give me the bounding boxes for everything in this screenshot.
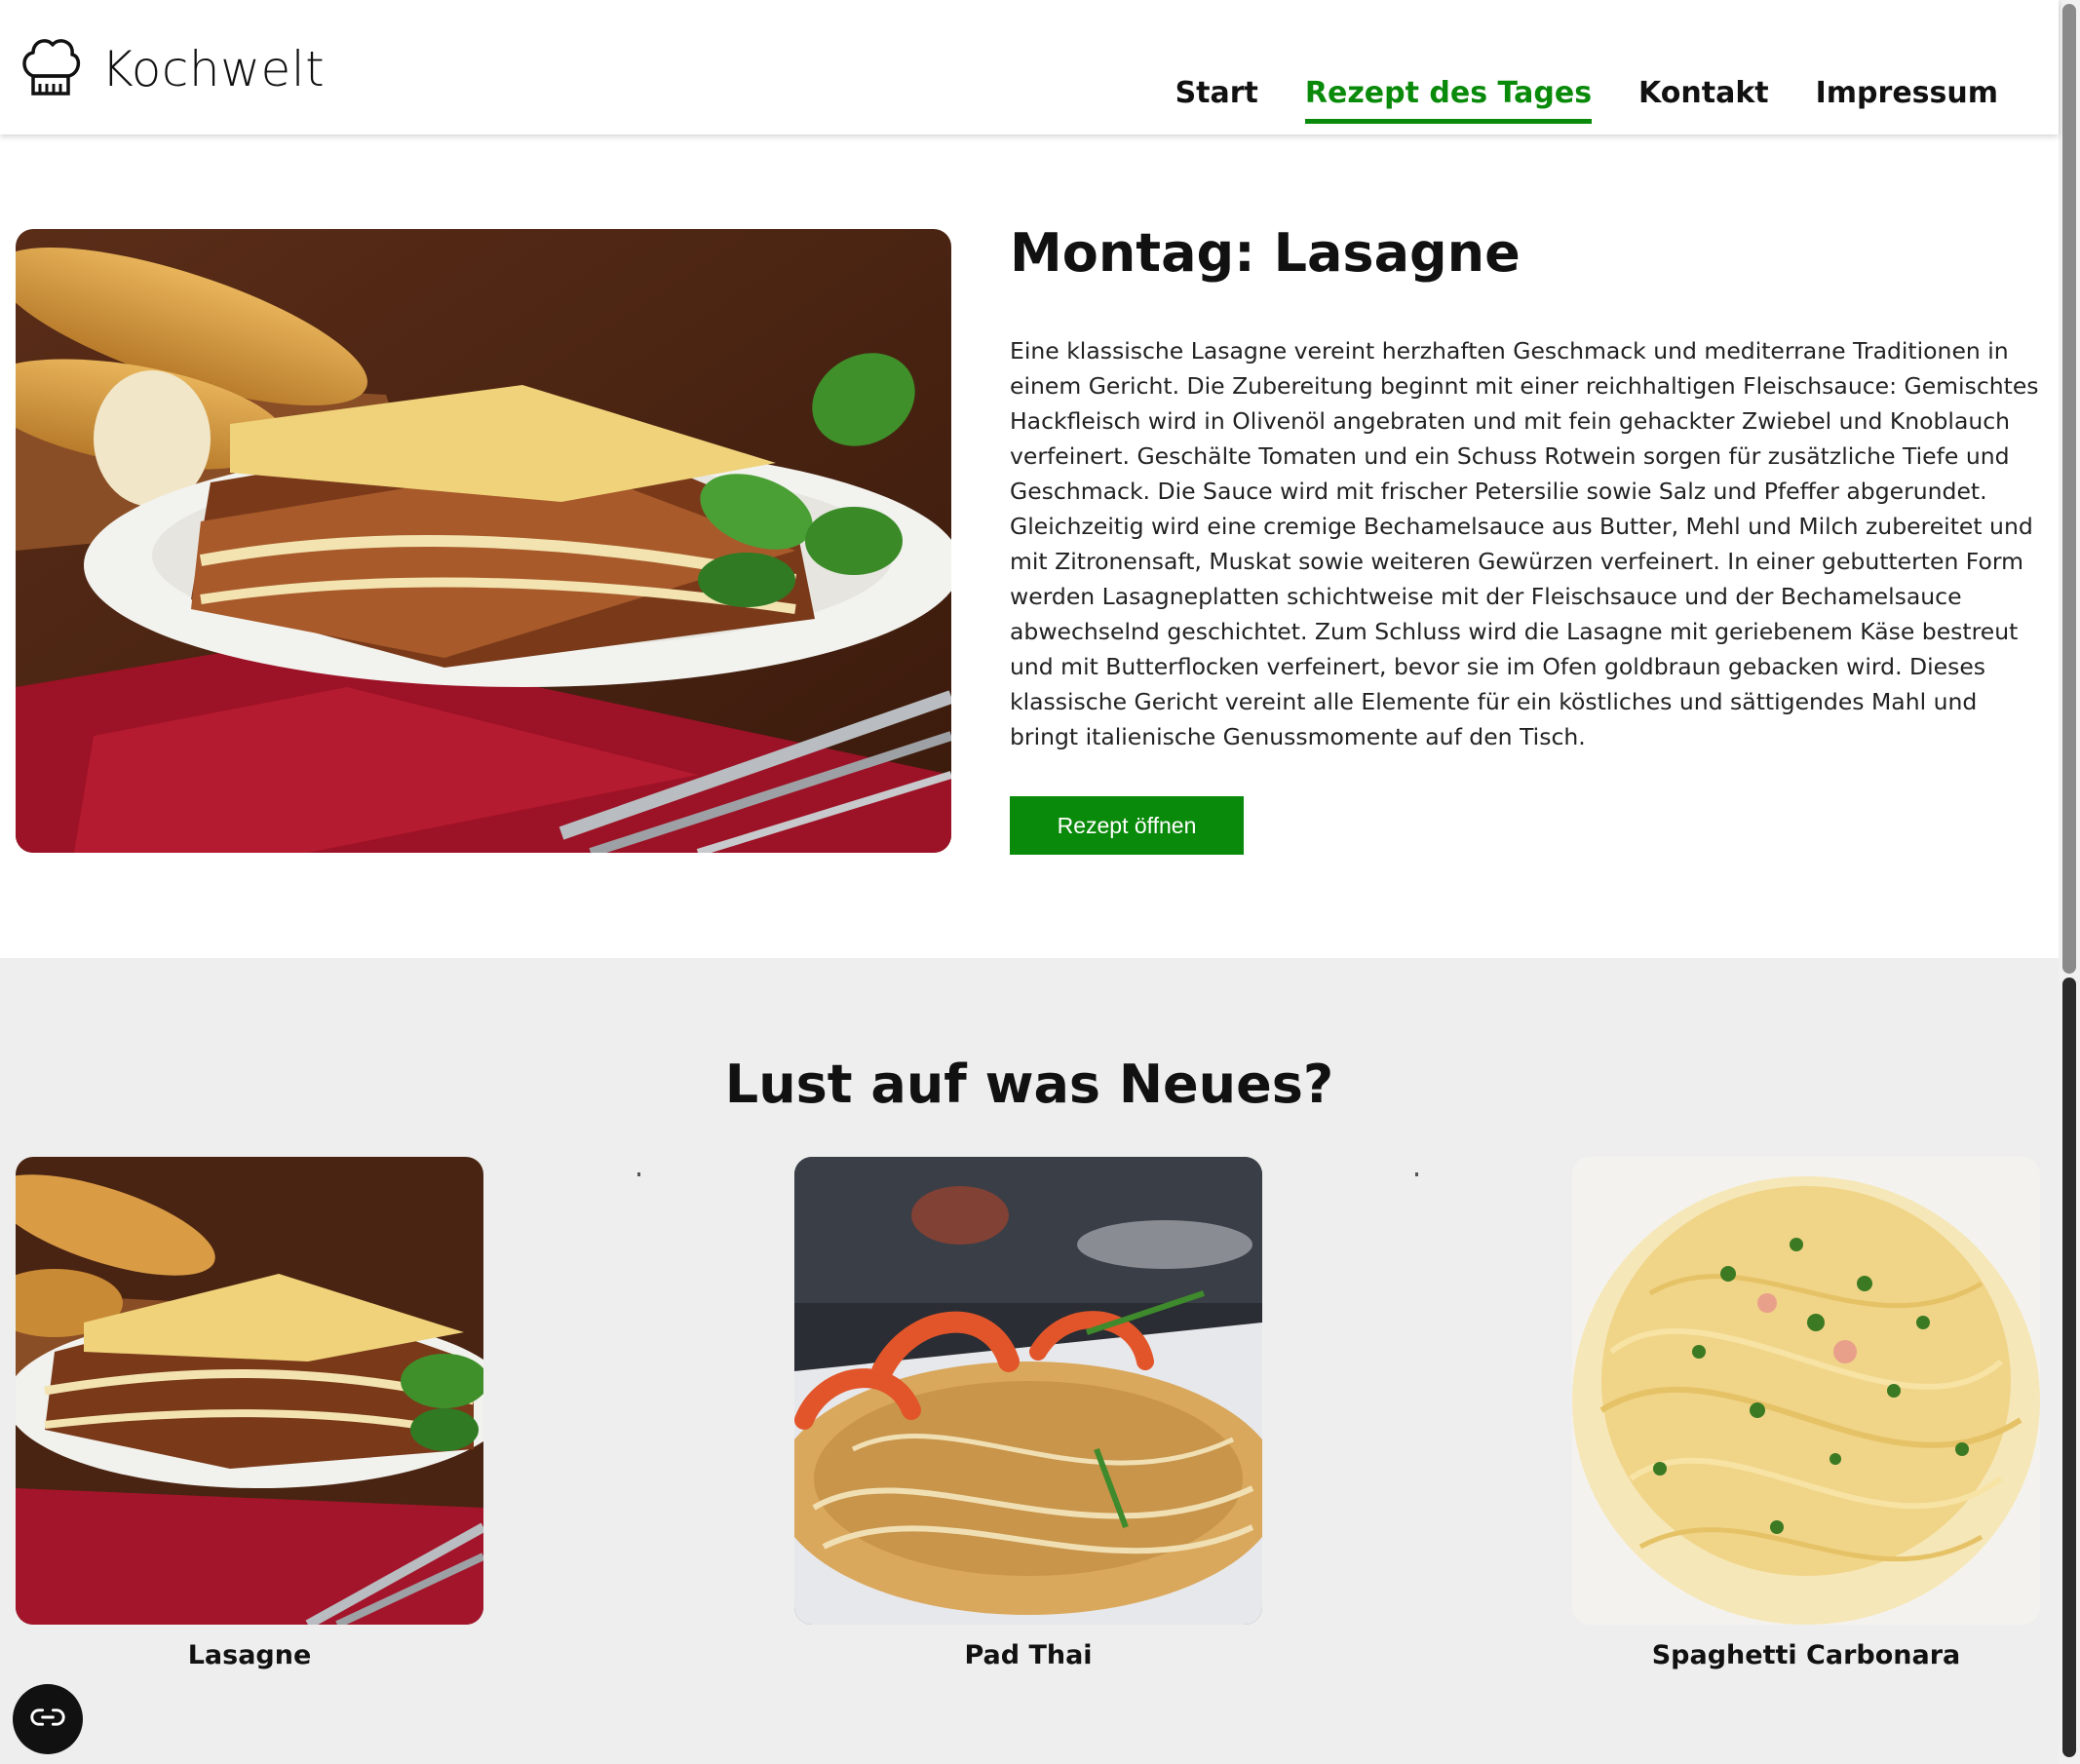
card-title: Lasagne — [187, 1640, 312, 1670]
floating-accessibility-button[interactable] — [13, 1684, 83, 1754]
card-title: Pad Thai — [964, 1640, 1093, 1670]
brand-logo[interactable]: Kochwelt — [19, 33, 325, 105]
nav-impressum[interactable]: Impressum — [1816, 76, 1998, 124]
site-header: Kochwelt Start Rezept des Tages Kontakt … — [0, 0, 2059, 134]
hero-description: Eine klassische Lasagne vereint herzhaft… — [1010, 337, 2039, 750]
hero-lasagne-image — [16, 229, 951, 853]
nav-rezept-des-tages[interactable]: Rezept des Tages — [1304, 76, 1593, 124]
separator-mark — [1415, 1172, 1418, 1176]
suggestions-title: Lust auf was Neues? — [724, 1054, 1334, 1115]
recipe-card-pad-thai[interactable]: Pad Thai — [794, 1157, 1262, 1670]
pad-thai-image — [794, 1157, 1262, 1625]
recipe-card-lasagne[interactable]: Lasagne — [16, 1157, 483, 1670]
main-nav: Start Rezept des Tages Kontakt Impressum — [1129, 76, 1998, 124]
scrollbar-track-lower — [2062, 978, 2076, 1757]
page-scrollbar[interactable] — [2059, 0, 2080, 1764]
recipe-card-spaghetti-carbonara[interactable]: Spaghetti Carbonara — [1572, 1157, 2040, 1670]
separator-mark — [637, 1172, 640, 1176]
brand-name: Kochwelt — [101, 41, 326, 97]
nav-start[interactable]: Start — [1175, 76, 1258, 124]
hero-title: Montag: Lasagne — [1010, 222, 1521, 284]
nav-kontakt[interactable]: Kontakt — [1638, 76, 1769, 124]
open-recipe-button[interactable]: Rezept öffnen — [1010, 796, 1244, 855]
scrollbar-thumb[interactable] — [2062, 4, 2076, 974]
card-title: Spaghetti Carbonara — [1651, 1640, 1961, 1670]
chef-hat-icon — [19, 33, 82, 105]
accessibility-link-icon — [30, 1706, 65, 1732]
carbonara-image — [1572, 1157, 2040, 1625]
lasagne-image — [16, 1157, 483, 1625]
suggestions-section: Lust auf was Neues? Lasagne Pad Thai Spa… — [0, 958, 2059, 1764]
